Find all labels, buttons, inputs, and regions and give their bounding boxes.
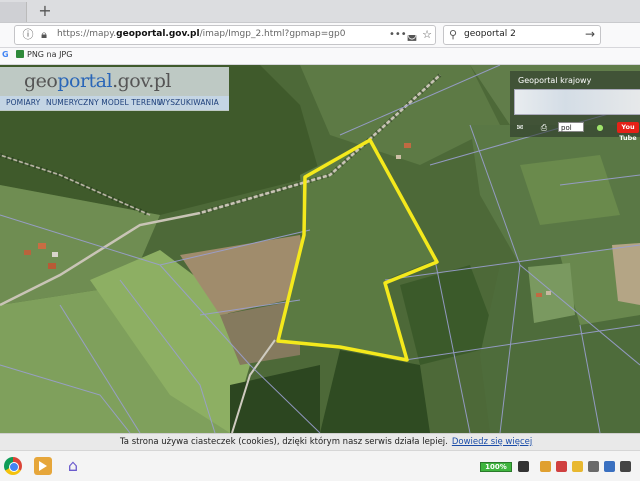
navigation-bar: ⓘ 🔒︎ https://mapy.geoportal.gov.pl/imap/… — [0, 23, 640, 48]
map-toolbar: ✉ ⎙ pol ● You Tube — [510, 121, 640, 142]
url-prefix: https://mapy. — [57, 29, 117, 39]
homestead-plot — [528, 263, 575, 323]
building-roof — [48, 263, 56, 269]
overview-title: Geoportal krajowy — [518, 76, 592, 85]
email-icon[interactable]: ✉ — [514, 122, 526, 133]
building-roof — [536, 293, 542, 297]
home-app-icon[interactable]: ⌂ — [64, 457, 82, 475]
overview-map[interactable] — [514, 89, 640, 115]
battery-indicator[interactable]: 100% — [480, 462, 512, 472]
help-icon[interactable]: ● — [594, 122, 606, 133]
info-icon[interactable]: ⓘ — [21, 28, 35, 42]
menu-wyszukiwania[interactable]: WYSZUKIWANIA — [158, 98, 219, 107]
building-roof — [396, 155, 401, 159]
bookmark-png-na-jpg[interactable]: PNG na JPG — [16, 50, 72, 59]
menu-pomiary[interactable]: POMIARY — [6, 98, 40, 107]
language-select[interactable]: pol — [558, 122, 584, 132]
tray-app-icon[interactable] — [540, 461, 551, 472]
logo-text-prefix: geo — [24, 70, 58, 92]
tab-strip: + — [0, 0, 640, 23]
url-path: /imap/Imgp_2.html?gpmap=gp0 — [199, 29, 346, 39]
address-bar[interactable]: ⓘ 🔒︎ https://mapy.geoportal.gov.pl/imap/… — [14, 25, 436, 45]
geoportal-header: geoportal.gov.pl POMIARY NUMERYCZNY MODE… — [0, 67, 229, 111]
building-roof — [24, 250, 31, 255]
bookmarks-bar: G PNG na JPG — [0, 48, 640, 65]
building-roof — [38, 243, 46, 249]
building-roof — [52, 252, 58, 257]
tray-app-icon[interactable] — [556, 461, 567, 472]
cookie-message: Ta strona używa ciasteczek (cookies), dz… — [120, 437, 448, 447]
tray-app-icon[interactable] — [620, 461, 631, 472]
url-text[interactable]: https://mapy.geoportal.gov.pl/imap/Imgp_… — [57, 29, 377, 39]
youtube-icon[interactable]: You Tube — [617, 122, 639, 142]
tray-app-icon[interactable] — [572, 461, 583, 472]
pocket-icon[interactable]: ◛ — [405, 28, 419, 42]
search-go-arrow-icon[interactable]: → — [585, 27, 595, 41]
bookmark-page-icon — [16, 50, 24, 58]
building-roof — [546, 291, 551, 295]
taskbar: ⌂ 100% — [0, 450, 640, 481]
bookmark-star-icon[interactable]: ☆ — [420, 28, 434, 42]
tray-app-icon[interactable] — [518, 461, 529, 472]
lock-icon[interactable]: 🔒︎ — [37, 28, 51, 42]
menu-numeryczny-model-terenu[interactable]: NUMERYCZNY MODEL TERENU — [46, 98, 162, 107]
tray-app-icon[interactable] — [604, 461, 615, 472]
tab-active[interactable] — [0, 2, 27, 22]
bookmark-google[interactable]: G — [2, 50, 9, 59]
logo-text-suffix: .gov.pl — [112, 70, 171, 92]
cookie-notice: Ta strona używa ciasteczek (cookies), dz… — [0, 433, 640, 451]
geoportal-logo[interactable]: geoportal.gov.pl — [24, 70, 171, 92]
bookmark-label: PNG na JPG — [27, 50, 73, 59]
new-tab-button[interactable]: + — [36, 2, 54, 20]
tray-app-icon[interactable] — [588, 461, 599, 472]
more-actions-icon[interactable]: ••• — [389, 28, 407, 42]
search-input[interactable]: geoportal 2 — [464, 29, 516, 39]
overview-map-panel: Geoportal krajowy ✉ ⎙ pol ● You Tube — [510, 71, 640, 142]
map-viewport[interactable]: geoportal.gov.pl POMIARY NUMERYCZNY MODE… — [0, 65, 640, 433]
search-bar[interactable]: ⚲ geoportal 2 → — [443, 25, 601, 45]
cookie-text: Ta strona używa ciasteczek (cookies), dz… — [120, 437, 532, 447]
building-roof — [404, 143, 411, 148]
cookie-learn-more-link[interactable]: Dowiedz się więcej — [452, 437, 532, 447]
logo-text-accent: portal — [57, 70, 113, 92]
geoportal-menu: POMIARY NUMERYCZNY MODEL TERENU WYSZUKIW… — [0, 96, 229, 110]
chrome-icon[interactable] — [4, 457, 22, 475]
print-icon[interactable]: ⎙ — [538, 122, 550, 133]
url-domain: geoportal.gov.pl — [116, 29, 200, 39]
media-player-icon[interactable] — [34, 457, 52, 475]
search-icon: ⚲ — [449, 28, 458, 41]
